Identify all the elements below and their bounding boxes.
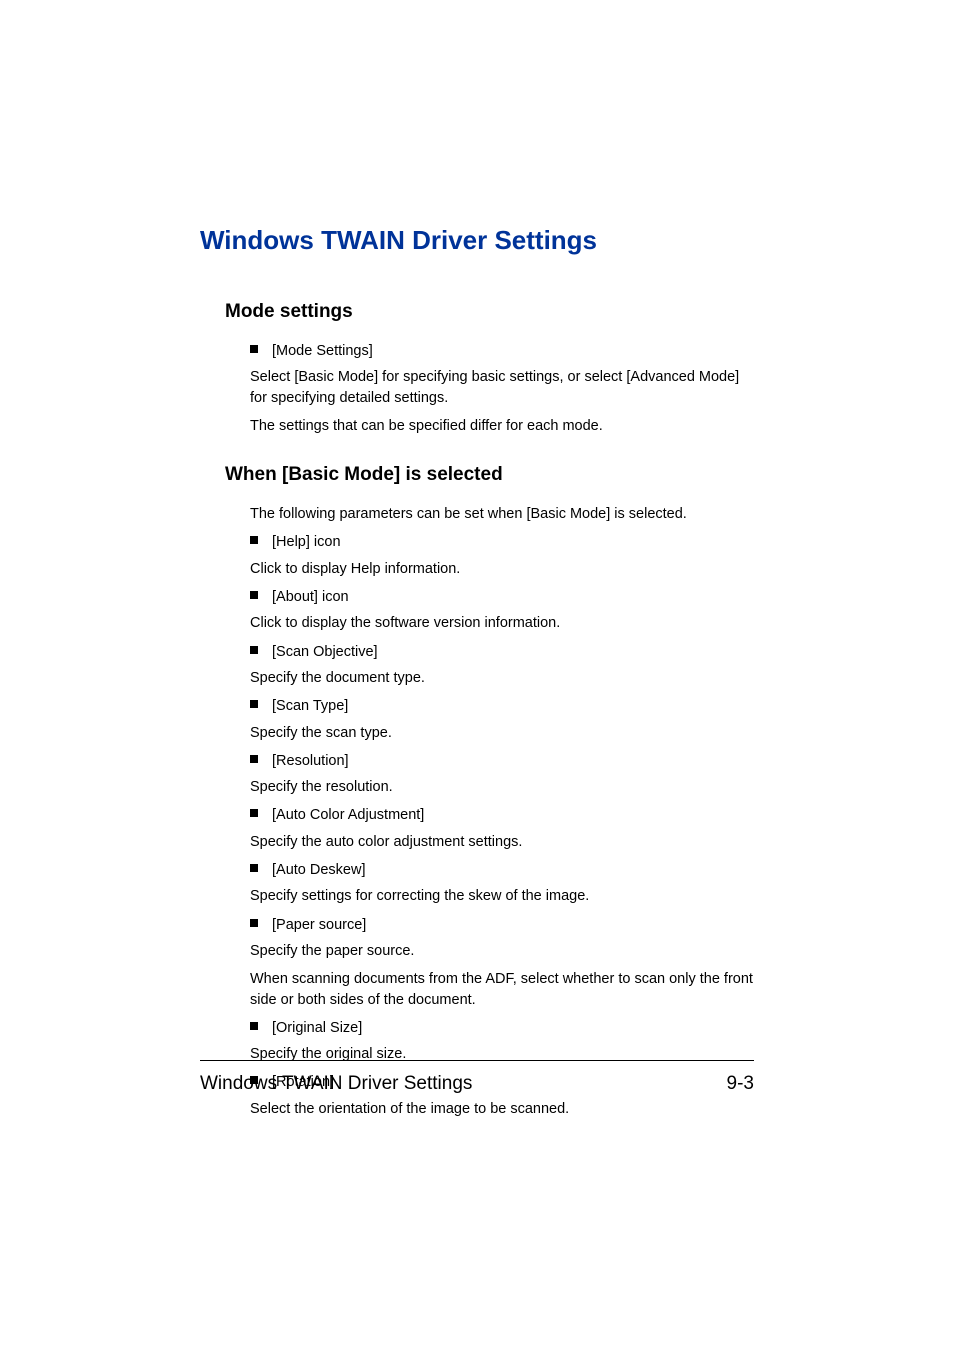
footer-page-number: 9-3 <box>727 1073 754 1095</box>
bullet-square-icon <box>250 919 258 927</box>
footer-divider <box>200 1060 754 1061</box>
bullet-square-icon <box>250 536 258 544</box>
body-text: Specify the document type. <box>250 668 754 688</box>
bullet-text: [Scan Objective] <box>272 642 378 662</box>
body-text: Click to display the software version in… <box>250 613 754 633</box>
bullet-text: [Auto Deskew] <box>272 860 366 880</box>
bullet-item: [Original Size] <box>250 1018 754 1038</box>
bullet-text: [Auto Color Adjustment] <box>272 805 424 825</box>
body-text: Specify the scan type. <box>250 723 754 743</box>
bullet-item: [Help] icon <box>250 532 754 552</box>
bullet-text: [Help] icon <box>272 532 341 552</box>
bullet-text: [Mode Settings] <box>272 341 373 361</box>
bullet-square-icon <box>250 700 258 708</box>
mode-settings-heading: Mode settings <box>225 301 754 323</box>
page-footer: Windows TWAIN Driver Settings 9-3 <box>200 1060 754 1095</box>
bullet-square-icon <box>250 755 258 763</box>
bullet-item: [Auto Color Adjustment] <box>250 805 754 825</box>
bullet-square-icon <box>250 864 258 872</box>
mode-settings-section: Mode settings [Mode Settings] Select [Ba… <box>200 301 754 436</box>
bullet-text: [Paper source] <box>272 915 366 935</box>
bullet-item: [About] icon <box>250 587 754 607</box>
body-text: Click to display Help information. <box>250 559 754 579</box>
body-text: The following parameters can be set when… <box>250 504 754 524</box>
bullet-square-icon <box>250 591 258 599</box>
body-text: Specify the auto color adjustment settin… <box>250 832 754 852</box>
footer-content: Windows TWAIN Driver Settings 9-3 <box>200 1073 754 1095</box>
body-text: Specify the paper source. <box>250 941 754 961</box>
bullet-item: [Resolution] <box>250 751 754 771</box>
bullet-text: [Resolution] <box>272 751 349 771</box>
bullet-square-icon <box>250 1022 258 1030</box>
bullet-item: [Auto Deskew] <box>250 860 754 880</box>
body-text: Specify the resolution. <box>250 777 754 797</box>
bullet-item: [Scan Type] <box>250 696 754 716</box>
body-text: The settings that can be specified diffe… <box>250 416 754 436</box>
bullet-item: [Paper source] <box>250 915 754 935</box>
bullet-item: [Scan Objective] <box>250 642 754 662</box>
main-heading: Windows TWAIN Driver Settings <box>200 225 754 256</box>
page-content: Windows TWAIN Driver Settings Mode setti… <box>0 0 954 1119</box>
body-text: Select the orientation of the image to b… <box>250 1099 754 1119</box>
bullet-text: [Scan Type] <box>272 696 348 716</box>
basic-mode-section: When [Basic Mode] is selected The follow… <box>200 464 754 1119</box>
bullet-square-icon <box>250 809 258 817</box>
body-text: When scanning documents from the ADF, se… <box>250 969 754 1010</box>
bullet-square-icon <box>250 646 258 654</box>
bullet-text: [Original Size] <box>272 1018 362 1038</box>
basic-mode-heading: When [Basic Mode] is selected <box>225 464 754 486</box>
bullet-text: [About] icon <box>272 587 349 607</box>
body-text: Specify settings for correcting the skew… <box>250 886 754 906</box>
footer-title: Windows TWAIN Driver Settings <box>200 1073 472 1095</box>
bullet-item: [Mode Settings] <box>250 341 754 361</box>
body-text: Select [Basic Mode] for specifying basic… <box>250 367 754 408</box>
bullet-square-icon <box>250 345 258 353</box>
